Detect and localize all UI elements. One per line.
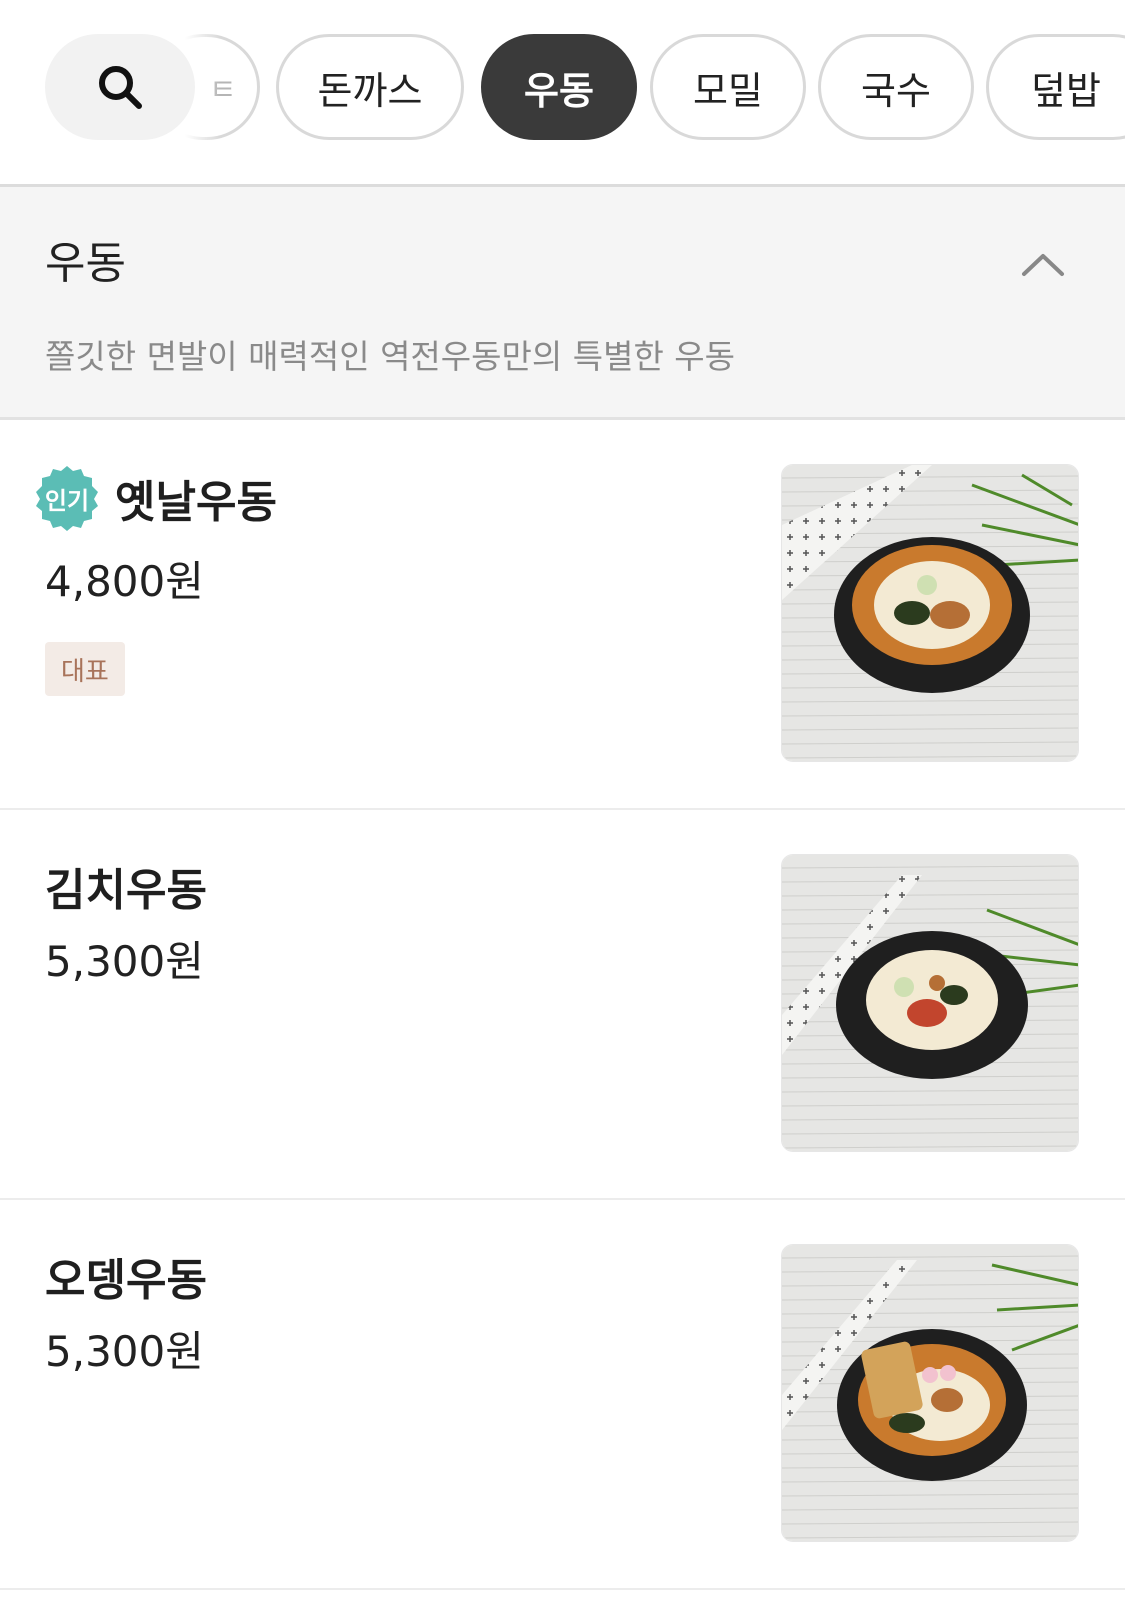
category-chip-label: 돈까스 xyxy=(317,68,423,113)
menu-item-2[interactable]: 김치우동 5,300원 xyxy=(0,810,1125,1200)
category-chip-guksu[interactable]: 국수 xyxy=(818,34,974,140)
item-price: 5,300원 xyxy=(45,1327,204,1376)
category-chip-udon[interactable]: 우동 xyxy=(481,34,637,140)
item-name: 옛날우동 xyxy=(115,477,277,528)
menu-item-1[interactable]: 인기 옛날우동 4,800원 대표 xyxy=(0,420,1125,810)
category-chip-bar: ㅌ 돈까스 우동 모밀 국수 덮밥 xyxy=(0,0,1125,187)
category-chip-label: 모밀 xyxy=(693,68,763,113)
representative-tag: 대표 xyxy=(45,642,125,696)
item-price: 5,300원 xyxy=(45,937,204,986)
section-title: 우동 xyxy=(45,238,126,289)
category-chip-momil[interactable]: 모밀 xyxy=(650,34,806,140)
item-photo xyxy=(781,464,1079,762)
category-chip-label: 덮밥 xyxy=(1031,68,1101,113)
chevron-up-icon xyxy=(1022,254,1064,276)
popular-badge: 인기 xyxy=(33,464,101,532)
item-price: 4,800원 xyxy=(45,557,204,606)
category-chip-label: 국수 xyxy=(861,68,931,113)
item-name: 김치우동 xyxy=(45,865,207,916)
search-button[interactable] xyxy=(45,34,195,140)
collapse-button[interactable] xyxy=(1018,239,1068,289)
section-description: 쫄깃한 면발이 매력적인 역전우동만의 특별한 우동 xyxy=(45,337,736,376)
search-icon xyxy=(99,66,142,109)
category-chip-donkatsu[interactable]: 돈까스 xyxy=(276,34,464,140)
category-chip-deopbap[interactable]: 덮밥 xyxy=(986,34,1125,140)
section-header: 우동 쫄깃한 면발이 매력적인 역전우동만의 특별한 우동 xyxy=(0,187,1125,420)
popular-badge-label: 인기 xyxy=(44,486,90,515)
item-photo xyxy=(781,1244,1079,1542)
category-chip-label: 우동 xyxy=(524,68,594,113)
item-photo xyxy=(781,854,1079,1152)
menu-item-3[interactable]: 오뎅우동 5,300원 xyxy=(0,1200,1125,1590)
item-name: 오뎅우동 xyxy=(45,1255,207,1306)
